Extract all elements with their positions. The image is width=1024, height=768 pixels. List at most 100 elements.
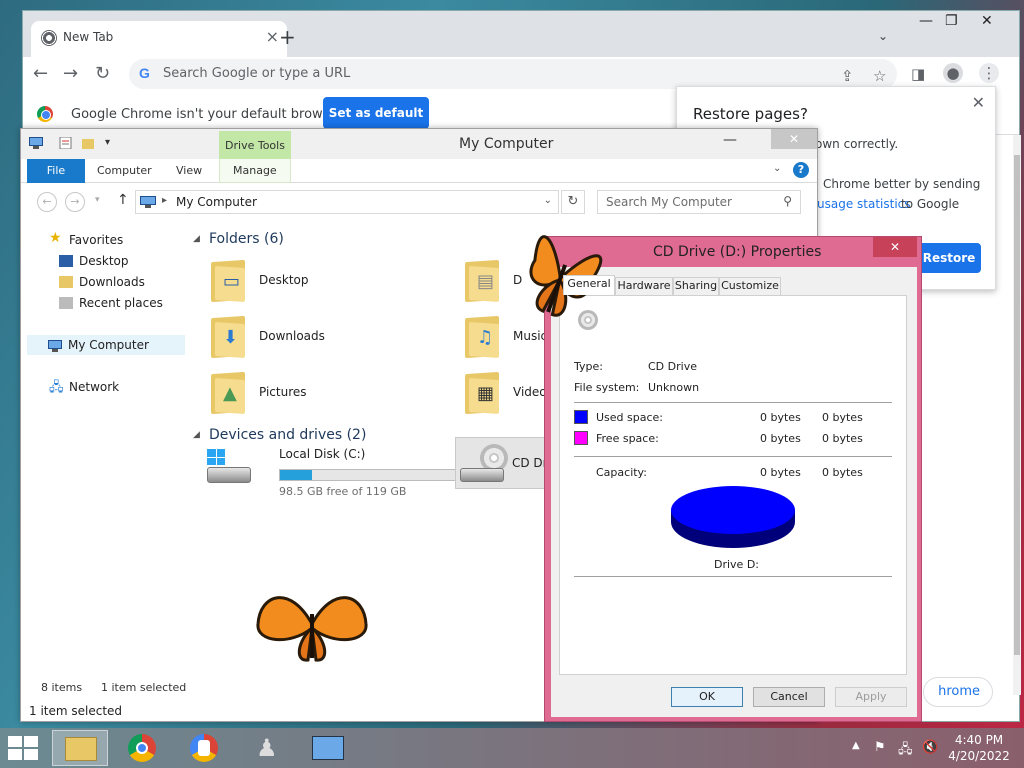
forward-arrow-icon[interactable]: → xyxy=(63,63,78,84)
devices-group-header[interactable]: ◢ Devices and drives (2) xyxy=(193,427,366,443)
folder-label[interactable]: Desktop xyxy=(259,273,309,287)
nav-item-favorites[interactable]: ★ Favorites xyxy=(49,230,123,247)
refresh-icon[interactable]: ↻ xyxy=(561,190,585,214)
chrome-menu-icon[interactable]: ⋮ xyxy=(979,63,999,83)
pictures-folder-icon[interactable]: ▲ xyxy=(209,369,249,415)
new-folder-icon[interactable] xyxy=(81,137,95,149)
taskbar-chrome[interactable] xyxy=(114,730,170,766)
taskbar-chess-app[interactable]: ♟ xyxy=(238,730,294,766)
cancel-button[interactable]: Cancel xyxy=(753,687,825,707)
nav-item-desktop[interactable]: Desktop xyxy=(59,254,129,268)
network-tray-icon[interactable]: 🖧 xyxy=(898,740,913,762)
ok-button[interactable]: OK xyxy=(671,687,743,707)
free-space-bytes-2: 0 bytes xyxy=(822,432,863,445)
downloads-folder-icon[interactable]: ⬇ xyxy=(209,313,249,359)
show-hidden-icons-icon[interactable]: ▲ xyxy=(852,740,860,751)
nav-label: My Computer xyxy=(68,338,149,352)
nav-item-my-computer[interactable]: My Computer xyxy=(27,335,185,355)
restore-window-icon[interactable]: ❐ xyxy=(945,13,958,29)
folder-label[interactable]: Pictures xyxy=(259,385,307,399)
ribbon-tab-manage[interactable]: Manage xyxy=(233,164,277,177)
restore-button[interactable]: Restore xyxy=(917,243,981,273)
explorer-ribbon: File Computer View Manage ⌄ ? xyxy=(21,159,817,183)
windows-start-icon[interactable] xyxy=(8,736,40,760)
explorer-close-button[interactable]: ✕ xyxy=(771,129,817,149)
tab-customize[interactable]: Customize xyxy=(719,277,781,295)
documents-folder-icon[interactable]: ▤ xyxy=(463,257,503,303)
action-center-flag-icon[interactable]: ⚑ xyxy=(874,740,886,755)
bookmark-star-icon[interactable]: ☆ xyxy=(873,67,886,85)
music-folder-icon[interactable]: ♫ xyxy=(463,313,503,359)
set-as-default-button[interactable]: Set as default xyxy=(323,97,429,129)
tab-search-chevron-icon[interactable]: ⌄ xyxy=(878,29,888,43)
up-arrow-icon[interactable]: ↑ xyxy=(117,192,129,208)
ribbon-tab-view[interactable]: View xyxy=(176,164,202,177)
tab-hardware[interactable]: Hardware xyxy=(615,277,673,295)
search-my-computer-input[interactable]: Search My Computer ⚲ xyxy=(597,190,801,214)
nav-item-network[interactable]: 🖧 Network xyxy=(49,380,119,395)
tab-new-tab[interactable]: New Tab × xyxy=(31,21,287,57)
volume-muted-icon[interactable]: 🔇 xyxy=(922,740,938,755)
folder-label[interactable]: Downloads xyxy=(259,329,325,343)
properties-title: CD Drive (D:) Properties xyxy=(653,244,822,260)
nav-item-recent-places[interactable]: Recent places xyxy=(59,296,163,310)
used-space-bytes-2: 0 bytes xyxy=(822,411,863,424)
tab-sharing[interactable]: Sharing xyxy=(673,277,719,295)
address-dropdown-icon[interactable]: ⌄ xyxy=(544,195,552,206)
butterfly-icon xyxy=(256,596,368,662)
new-tab-plus-icon[interactable]: + xyxy=(279,25,296,49)
omnibox[interactable]: G Search Google or type a URL ⇪ ☆ xyxy=(129,59,897,89)
explorer-forward-icon[interactable]: → xyxy=(65,192,85,212)
windows-logo-icon xyxy=(207,449,225,465)
computer-icon xyxy=(140,196,156,208)
restore-popup-text-2: Chrome better by sending xyxy=(823,177,981,191)
minimize-icon[interactable]: — xyxy=(919,13,933,29)
expand-ribbon-chevron-icon[interactable]: ⌄ xyxy=(773,163,781,174)
customize-qa-chevron-icon[interactable]: ▾ xyxy=(105,137,110,148)
usage-statistics-link[interactable]: usage statistics xyxy=(817,197,911,211)
videos-folder-icon[interactable]: ▦ xyxy=(463,369,503,415)
back-arrow-icon[interactable]: ← xyxy=(33,63,48,84)
share-icon[interactable]: ⇪ xyxy=(841,67,854,85)
local-disk-icon[interactable] xyxy=(205,449,251,483)
taskbar-control-panel[interactable] xyxy=(300,730,356,766)
star-icon: ★ xyxy=(49,230,62,246)
explorer-back-icon[interactable]: ← xyxy=(37,192,57,212)
explorer-minimize-icon[interactable]: — xyxy=(723,132,737,148)
taskbar-file-explorer[interactable] xyxy=(52,730,108,766)
search-icon[interactable]: ⚲ xyxy=(783,194,792,208)
close-window-icon[interactable]: ✕ xyxy=(981,13,993,29)
ribbon-tab-computer[interactable]: Computer xyxy=(97,164,152,177)
scrollbar-thumb[interactable] xyxy=(1014,155,1020,655)
tab-close-icon[interactable]: × xyxy=(266,27,279,46)
reload-icon[interactable]: ↻ xyxy=(95,63,110,84)
help-icon[interactable]: ? xyxy=(793,162,809,178)
ribbon-tab-file[interactable]: File xyxy=(27,159,85,183)
chrome-scrollbar[interactable] xyxy=(1013,135,1021,695)
side-panel-icon[interactable]: ◨ xyxy=(911,65,925,83)
breadcrumb-separator-icon[interactable]: ▸ xyxy=(162,195,167,206)
customize-chrome-button[interactable]: hrome xyxy=(923,677,993,707)
address-field[interactable]: ▸ My Computer ⌄ xyxy=(135,190,559,214)
restore-popup-close-icon[interactable]: ✕ xyxy=(972,93,985,112)
cd-drive-tile[interactable]: CD Dri xyxy=(455,437,555,489)
nav-item-downloads[interactable]: Downloads xyxy=(59,275,145,289)
folders-group-header[interactable]: ◢ Folders (6) xyxy=(193,231,284,247)
google-g-icon: G xyxy=(139,65,150,81)
local-disk-name[interactable]: Local Disk (C:) xyxy=(279,447,365,461)
taskbar-clock[interactable]: 4:40 PM 4/20/2022 xyxy=(944,732,1014,764)
taskbar-security-app[interactable] xyxy=(176,730,232,766)
capacity-bytes: 0 bytes xyxy=(760,466,801,479)
properties-icon[interactable] xyxy=(59,137,73,149)
explorer-address-bar: ← → ▾ ↑ ▸ My Computer ⌄ ↻ Search My Comp… xyxy=(21,183,817,219)
recent-locations-chevron-icon[interactable]: ▾ xyxy=(95,195,100,205)
collapse-arrow-icon[interactable]: ◢ xyxy=(193,234,200,244)
tab-general[interactable]: General xyxy=(563,275,615,295)
desktop-folder-icon[interactable]: ▭ xyxy=(209,257,249,303)
nav-label: Desktop xyxy=(79,254,129,268)
divider xyxy=(574,402,892,403)
profile-avatar-icon[interactable]: ● xyxy=(943,63,963,83)
properties-close-button[interactable]: ✕ xyxy=(873,237,917,257)
collapse-arrow-icon[interactable]: ◢ xyxy=(193,430,200,440)
apply-button[interactable]: Apply xyxy=(835,687,907,707)
